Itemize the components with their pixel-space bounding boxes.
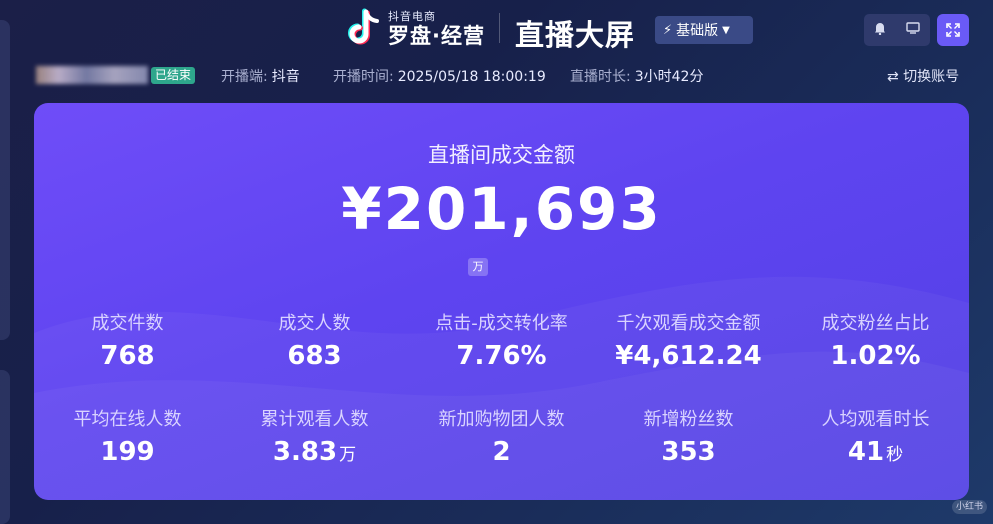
metric-avg-watch-time: 人均观看时长 41 秒 xyxy=(782,405,969,467)
metric-fan-ratio: 成交粉丝占比 1.02% xyxy=(782,309,969,371)
metric-value: 3.83 万 xyxy=(272,437,357,467)
logo-title: 罗盘·经营 xyxy=(388,24,485,48)
metric-gpm: 千次观看成交金额 ¥4,612.24 xyxy=(595,309,782,371)
metric-label: 累计观看人数 xyxy=(260,409,369,430)
platform-label: 开播端: xyxy=(221,69,268,85)
metric-new-group: 新加购物团人数 2 xyxy=(408,405,595,467)
monitor-icon[interactable] xyxy=(906,22,920,38)
top-header: 抖音电商 罗盘·经营 直播大屏 ⚡ 基础版 ▼ xyxy=(0,0,993,64)
metric-value: 768 xyxy=(100,341,155,371)
start-time-info: 开播时间: 2025/05/18 18:00:19 xyxy=(333,66,546,86)
platform-value: 抖音 xyxy=(271,69,300,85)
caret-down-icon: ▼ xyxy=(722,24,730,36)
account-name-blurred xyxy=(36,66,148,84)
version-dropdown[interactable]: ⚡ 基础版 ▼ xyxy=(655,16,753,44)
bell-icon[interactable] xyxy=(874,22,886,39)
metric-new-fans: 新增粉丝数 353 xyxy=(595,405,782,467)
fullscreen-button[interactable] xyxy=(937,14,969,46)
metric-value: 2 xyxy=(492,437,511,467)
gmv-title: 直播间成交金额 xyxy=(428,143,575,167)
start-time-label: 开播时间: xyxy=(333,69,394,85)
metric-value: ¥4,612.24 xyxy=(615,341,762,371)
metric-label: 千次观看成交金额 xyxy=(616,313,761,334)
metric-label: 人均观看时长 xyxy=(821,409,930,430)
metric-total-viewers: 累计观看人数 3.83 万 xyxy=(221,405,408,467)
metric-value: 683 xyxy=(287,341,342,371)
bolt-icon: ⚡ xyxy=(663,22,673,38)
metric-value: 1.02% xyxy=(830,341,921,371)
live-info-row: 已结束 开播端: 抖音 开播时间: 2025/05/18 18:00:19 直播时长… xyxy=(0,64,993,88)
metric-orders: 成交件数 768 xyxy=(34,309,221,371)
start-time-value: 2025/05/18 18:00:19 xyxy=(397,69,546,85)
metric-label: 平均在线人数 xyxy=(73,409,182,430)
metric-value: 353 xyxy=(661,437,716,467)
metric-click-conversion: 点击-成交转化率 7.76% xyxy=(408,309,595,371)
metric-buyers: 成交人数 683 xyxy=(221,309,408,371)
page-title: 直播大屏 xyxy=(515,18,636,52)
version-label: 基础版 xyxy=(676,23,719,39)
metric-label: 新加购物团人数 xyxy=(438,409,565,430)
brand-logo: 抖音电商 罗盘·经营 xyxy=(346,8,514,48)
metric-label: 成交粉丝占比 xyxy=(821,313,930,334)
duration-label: 直播时长: xyxy=(570,69,631,85)
metric-avg-online: 平均在线人数 199 xyxy=(34,405,221,467)
unit-chip: 万 xyxy=(468,258,488,276)
tiktok-logo-icon xyxy=(346,8,382,48)
header-tool-group xyxy=(864,14,930,46)
gmv-amount: ¥201,693 xyxy=(341,175,662,243)
platform-info: 开播端: 抖音 xyxy=(221,66,300,86)
metric-value: 7.76% xyxy=(456,341,547,371)
metric-value: 41 秒 xyxy=(847,437,904,467)
watermark: 小红书 xyxy=(952,500,988,514)
gmv-card: 直播间成交金额 ¥201,693 万 成交件数 768 成交人数 683 点击-… xyxy=(34,103,969,500)
metric-label: 新增粉丝数 xyxy=(643,409,734,430)
left-panel-edge-bottom xyxy=(0,370,10,524)
metric-label: 成交人数 xyxy=(278,313,351,334)
duration-info: 直播时长: 3小时42分 xyxy=(570,66,703,86)
switch-account-link[interactable]: ⇄ 切换账号 xyxy=(887,66,959,86)
metric-label: 成交件数 xyxy=(91,313,164,334)
metric-label: 点击-成交转化率 xyxy=(435,313,568,334)
status-badge: 已结束 xyxy=(151,67,196,84)
logo-subtitle: 抖音电商 xyxy=(388,10,436,23)
header-divider xyxy=(498,13,500,43)
fullscreen-icon xyxy=(946,23,960,37)
duration-value: 3小时42分 xyxy=(634,69,704,85)
metric-value: 199 xyxy=(100,437,155,467)
